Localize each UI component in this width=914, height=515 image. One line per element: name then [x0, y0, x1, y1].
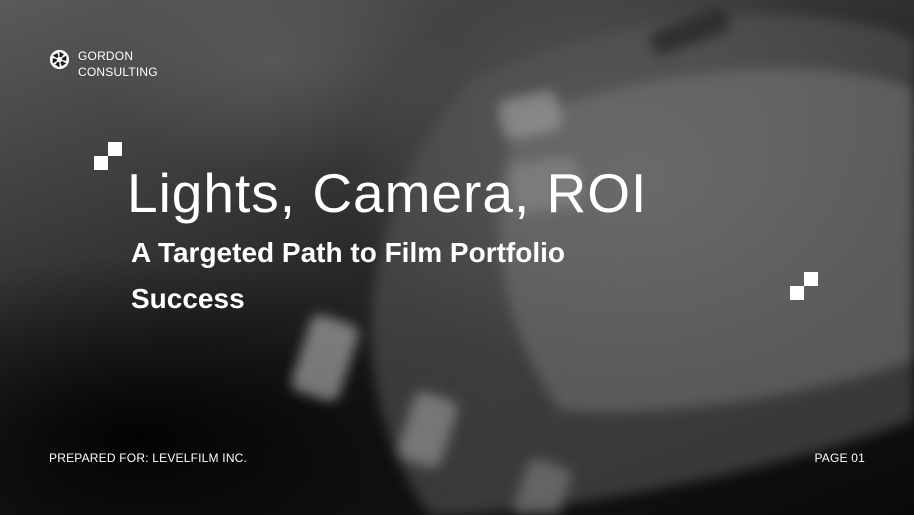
prepared-for-label: PREPARED FOR: LEVELFILM INC.: [49, 451, 248, 465]
camera-aperture-icon: [49, 49, 70, 70]
page-number: PAGE 01: [814, 451, 865, 465]
decorative-squares-right: [790, 272, 818, 300]
slide-subtitle: A Targeted Path to Film Portfolio Succes…: [131, 230, 731, 322]
slide-title: Lights, Camera, ROI: [127, 162, 648, 224]
slide: GORDON CONSULTING Lights, Camera, ROI A …: [0, 0, 914, 515]
slide-subtitle-line2: Success: [131, 283, 245, 314]
decorative-square: [94, 156, 108, 170]
slide-subtitle-line1: A Targeted Path to Film Portfolio: [131, 237, 565, 268]
brand-name-line1: GORDON: [78, 49, 134, 63]
brand-name: GORDON CONSULTING: [78, 48, 158, 80]
decorative-squares-left: [94, 142, 122, 170]
brand-name-line2: CONSULTING: [78, 65, 158, 79]
decorative-square: [804, 272, 818, 286]
brand-logo: GORDON CONSULTING: [49, 48, 158, 80]
decorative-square: [108, 142, 122, 156]
decorative-square: [790, 286, 804, 300]
